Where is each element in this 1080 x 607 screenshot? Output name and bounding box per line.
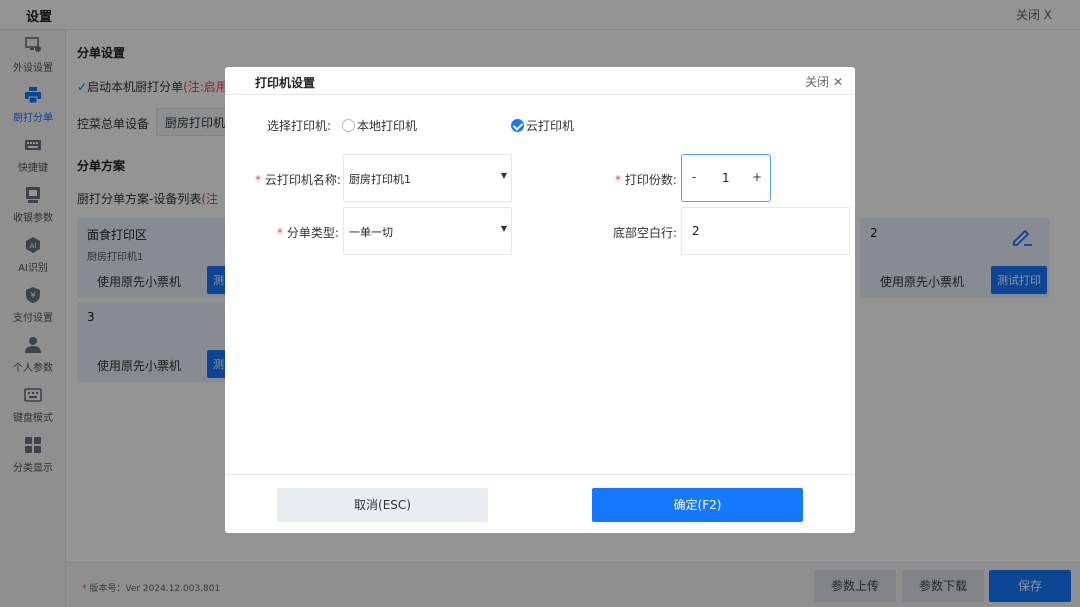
bottom-blank-lines-input[interactable]: 2 [681, 207, 850, 255]
split-type-text: 分单类型: [286, 226, 339, 240]
dialog-header: 打印机设置 关闭 ✕ [225, 67, 855, 95]
copies-value[interactable]: 1 [722, 171, 730, 185]
radio-cloud-printer[interactable]: 云打印机 [511, 117, 574, 134]
dropdown-arrow-icon: ▼ [500, 224, 507, 233]
radio-unchecked-icon [342, 119, 355, 132]
required-mark: * [277, 226, 283, 240]
bottom-blank-lines-value: 2 [692, 224, 700, 238]
decrement-button[interactable]: - [692, 170, 696, 184]
radio-local-label: 本地打印机 [357, 119, 418, 133]
cloud-printer-name-select[interactable]: 厨房打印机1 ▼ [343, 154, 512, 202]
cloud-printer-name-label: * 云打印机名称: [255, 171, 341, 188]
dialog-title: 打印机设置 [255, 76, 316, 90]
split-type-value: 一单一切 [349, 226, 393, 239]
print-copies-stepper[interactable]: - 1 + [681, 154, 771, 202]
dialog-footer: 取消(ESC) 确定(F2) [225, 474, 855, 533]
printer-settings-dialog: 打印机设置 关闭 ✕ 选择打印机: 本地打印机 云打印机 * 云打印机名称: 厨… [225, 67, 855, 533]
copies-text: 打印份数: [624, 173, 677, 187]
cancel-button[interactable]: 取消(ESC) [277, 488, 488, 522]
confirm-button[interactable]: 确定(F2) [592, 488, 803, 522]
radio-local-printer[interactable]: 本地打印机 [342, 117, 417, 134]
increment-button[interactable]: + [752, 170, 762, 184]
radio-cloud-label: 云打印机 [526, 119, 575, 133]
bottom-blank-lines-label: 底部空白行: [613, 226, 678, 240]
split-type-label: * 分单类型: [277, 224, 339, 241]
radio-checked-icon [511, 119, 524, 132]
cloud-name-text: 云打印机名称: [264, 173, 341, 187]
split-type-select[interactable]: 一单一切 ▼ [343, 207, 512, 255]
print-copies-label: * 打印份数: [615, 171, 677, 188]
required-mark: * [615, 173, 621, 187]
dialog-close-button[interactable]: 关闭 ✕ [805, 73, 843, 90]
select-printer-label: 选择打印机: [267, 119, 332, 133]
cloud-printer-name-value: 厨房打印机1 [349, 173, 411, 186]
dropdown-arrow-icon: ▼ [500, 171, 507, 180]
required-mark: * [255, 173, 261, 187]
